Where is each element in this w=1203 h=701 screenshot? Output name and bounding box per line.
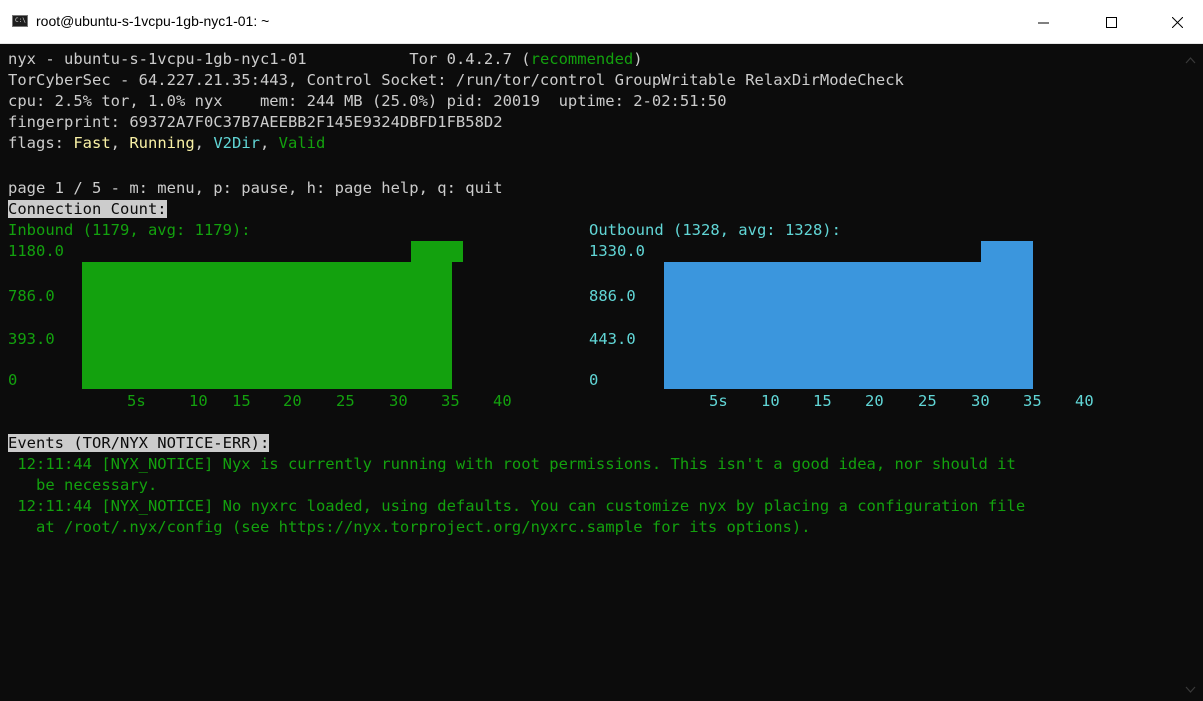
inbound-x-tick: 20	[283, 392, 302, 410]
console-app-icon[interactable]: C:\	[12, 15, 28, 27]
inbound-graph-title: Inbound (1179, avg: 1179):	[8, 221, 251, 239]
outbound-y-label-2: 886.0	[589, 287, 636, 305]
outbound-graph-bar-main	[664, 262, 981, 389]
inbound-x-tick: 40	[493, 392, 512, 410]
close-button[interactable]	[1154, 0, 1200, 44]
tor-version-status: recommended	[530, 50, 634, 68]
inbound-x-tick: 5s	[127, 392, 146, 410]
nyx-host: nyx - ubuntu-s-1vcpu-1gb-nyc1-01	[8, 50, 307, 68]
inbound-x-tick: 25	[336, 392, 355, 410]
outbound-x-tick: 10	[761, 392, 780, 410]
outbound-y-label-max: 1330.0	[589, 242, 645, 260]
inbound-graph-bar-tail	[452, 241, 463, 262]
header-line-2: TorCyberSec - 64.227.21.35:443, Control …	[8, 71, 904, 89]
outbound-x-tick: 35	[1023, 392, 1042, 410]
inbound-y-label-2: 786.0	[8, 287, 55, 305]
scroll-up-arrow-icon[interactable]	[1185, 56, 1196, 64]
outbound-x-tick: 25	[918, 392, 937, 410]
header-line-3: cpu: 2.5% tor, 1.0% nyx mem: 244 MB (25.…	[8, 92, 727, 110]
flag-running: Running	[129, 134, 195, 152]
outbound-graph-title: Outbound (1328, avg: 1328):	[589, 221, 841, 239]
outbound-x-tick: 20	[865, 392, 884, 410]
window-title: root@ubuntu-s-1vcpu-1gb-nyc1-01: ~	[36, 13, 270, 29]
outbound-y-label-1: 443.0	[589, 330, 636, 348]
inbound-x-tick: 10	[189, 392, 208, 410]
minimize-icon	[1038, 22, 1049, 24]
close-icon	[1172, 17, 1183, 28]
events-section-title: Events (TOR/NYX NOTICE-ERR):	[8, 434, 270, 452]
outbound-graph-bar-peak	[981, 241, 1033, 389]
outbound-x-tick: 15	[813, 392, 832, 410]
maximize-icon	[1106, 17, 1117, 28]
terminal-window: C:\ root@ubuntu-s-1vcpu-1gb-nyc1-01: ~ n…	[0, 0, 1203, 701]
fingerprint-line: fingerprint: 69372A7F0C37B7AEEBB2F145E93…	[8, 113, 503, 131]
inbound-y-label-0: 0	[8, 371, 18, 389]
flag-valid: Valid	[278, 134, 326, 152]
event-entry-1-line-2: be necessary.	[8, 476, 158, 494]
event-entry-2-line-2: at /root/.nyx/config (see https://nyx.to…	[8, 518, 811, 536]
outbound-x-tick: 30	[971, 392, 990, 410]
flags-line: flags: Fast, Running, V2Dir, Valid	[8, 134, 326, 152]
outbound-x-tick: 40	[1075, 392, 1094, 410]
inbound-y-label-1: 393.0	[8, 330, 55, 348]
flag-v2dir: V2Dir	[213, 134, 260, 152]
header-line-1: nyx - ubuntu-s-1vcpu-1gb-nyc1-01 Tor 0.4…	[8, 50, 643, 68]
inbound-x-tick: 35	[441, 392, 460, 410]
vertical-scrollbar[interactable]	[1178, 44, 1203, 701]
outbound-x-tick: 5s	[709, 392, 728, 410]
page-nav-line: page 1 / 5 - m: menu, p: pause, h: page …	[8, 179, 503, 197]
inbound-graph-bar-peak	[411, 241, 452, 389]
event-entry-2-line-1: 12:11:44 [NYX_NOTICE] No nyxrc loaded, u…	[8, 497, 1026, 515]
event-entry-1-line-1: 12:11:44 [NYX_NOTICE] Nyx is currently r…	[8, 455, 1016, 473]
outbound-y-label-0: 0	[589, 371, 599, 389]
inbound-x-tick: 30	[389, 392, 408, 410]
title-bar[interactable]: C:\ root@ubuntu-s-1vcpu-1gb-nyc1-01: ~	[0, 0, 1203, 44]
inbound-x-tick: 15	[232, 392, 251, 410]
tor-version: Tor 0.4.2.7 (	[409, 50, 531, 68]
inbound-graph-bar-main	[82, 262, 411, 389]
inbound-y-label-max: 1180.0	[8, 242, 64, 260]
flag-fast: Fast	[73, 134, 111, 152]
maximize-button[interactable]	[1088, 0, 1134, 44]
scroll-down-arrow-icon[interactable]	[1185, 686, 1196, 694]
graph-section-title: Connection Count:	[8, 200, 167, 218]
terminal-content[interactable]: nyx - ubuntu-s-1vcpu-1gb-nyc1-01 Tor 0.4…	[8, 50, 1178, 700]
minimize-button[interactable]	[1020, 0, 1066, 44]
